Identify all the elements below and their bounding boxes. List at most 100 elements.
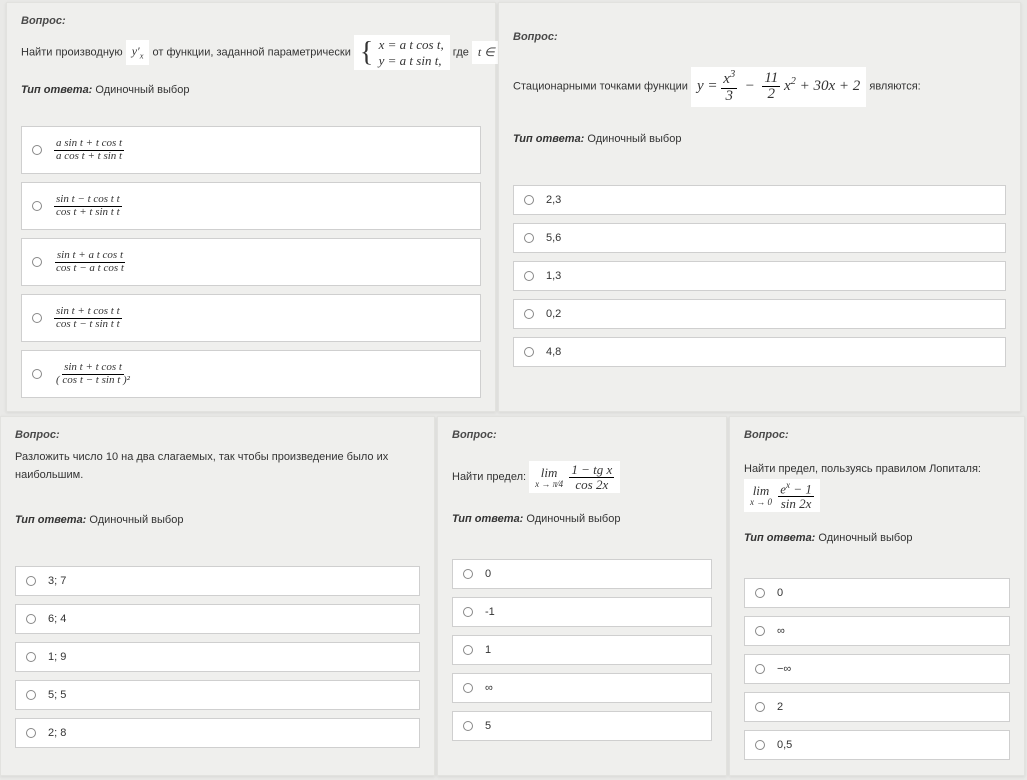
question-text: Разложить число 10 на два слагаемых, так… xyxy=(15,449,420,484)
option-label: 3; 7 xyxy=(48,575,66,587)
option-label: 1,3 xyxy=(546,270,561,282)
q3-options: 3; 7 6; 4 1; 9 5; 5 2; 8 xyxy=(15,566,420,748)
question-text: Найти предел: limx → π⁄4 1 − tg xcos 2x xyxy=(452,461,712,493)
question-text: Найти предел, пользуясь правилом Лопитал… xyxy=(744,461,1010,512)
q1-options: a sin t + t cos ta cos t + t sin t sin t… xyxy=(21,126,481,398)
q4-option[interactable]: 0 xyxy=(452,559,712,589)
option-label: −∞ xyxy=(777,663,791,675)
formula-fraction: sin t + t cos t( cos t − t sin t )² xyxy=(54,362,132,386)
q2-option[interactable]: 0,2 xyxy=(513,299,1006,329)
radio-icon xyxy=(755,664,765,674)
option-label: 0 xyxy=(777,587,783,599)
q1-param-eq: { x = a t cos t, y = a t sin t, xyxy=(354,35,450,70)
q1-deriv: y′x xyxy=(126,40,150,65)
option-label: 6; 4 xyxy=(48,613,66,625)
answer-type: Тип ответа: Одиночный выбор xyxy=(21,84,481,96)
q1-option[interactable]: sin t + t cos t( cos t − t sin t )² xyxy=(21,350,481,398)
q5-option[interactable]: −∞ xyxy=(744,654,1010,684)
q1-pre: Найти производную xyxy=(21,47,123,59)
radio-icon xyxy=(26,652,36,662)
radio-icon xyxy=(755,702,765,712)
q4-formula: limx → π⁄4 1 − tg xcos 2x xyxy=(529,461,620,493)
q4-pre: Найти предел: xyxy=(452,471,526,483)
radio-icon xyxy=(26,576,36,586)
radio-icon xyxy=(524,309,534,319)
radio-icon xyxy=(463,607,473,617)
q5-option[interactable]: ∞ xyxy=(744,616,1010,646)
radio-icon xyxy=(463,683,473,693)
question-panel-1: Вопрос: Найти производную y′x от функции… xyxy=(6,2,496,412)
radio-icon xyxy=(524,195,534,205)
option-label: 0 xyxy=(485,568,491,580)
radio-icon xyxy=(755,740,765,750)
radio-icon xyxy=(755,626,765,636)
formula-fraction: sin t + a t cos tcos t − a t cos t xyxy=(54,250,126,274)
q1-option[interactable]: sin t + a t cos tcos t − a t cos t xyxy=(21,238,481,286)
radio-icon xyxy=(32,201,42,211)
question-label: Вопрос: xyxy=(744,429,1010,441)
question-panel-4: Вопрос: Найти предел: limx → π⁄4 1 − tg … xyxy=(437,416,727,776)
option-label: 0,2 xyxy=(546,308,561,320)
option-label: ∞ xyxy=(485,682,493,694)
q5-option[interactable]: 0 xyxy=(744,578,1010,608)
q5-formula: limx → 0 ex − 1 sin 2x xyxy=(744,479,820,513)
radio-icon xyxy=(26,690,36,700)
radio-icon xyxy=(32,145,42,155)
q4-option[interactable]: ∞ xyxy=(452,673,712,703)
q4-option[interactable]: -1 xyxy=(452,597,712,627)
q4-option[interactable]: 5 xyxy=(452,711,712,741)
question-panel-3: Вопрос: Разложить число 10 на два слагае… xyxy=(0,416,435,776)
option-label: 2 xyxy=(777,701,783,713)
question-label: Вопрос: xyxy=(15,429,420,441)
formula-fraction: sin t − t cos t tcos t + t sin t t xyxy=(54,194,122,218)
q5-options: 0 ∞ −∞ 2 0,5 xyxy=(744,578,1010,760)
answer-type: Тип ответа: Одиночный выбор xyxy=(744,532,1010,544)
radio-icon xyxy=(524,347,534,357)
question-label: Вопрос: xyxy=(452,429,712,441)
option-label: ∞ xyxy=(777,625,785,637)
q1-eq-top: x = a t cos t, xyxy=(379,37,444,53)
question-text: Найти производную y′x от функции, заданн… xyxy=(21,35,481,70)
q3-option[interactable]: 5; 5 xyxy=(15,680,420,710)
radio-icon xyxy=(32,369,42,379)
option-label: 5,6 xyxy=(546,232,561,244)
q2-options: 2,3 5,6 1,3 0,2 4,8 xyxy=(513,185,1006,367)
q3-option[interactable]: 1; 9 xyxy=(15,642,420,672)
q1-mid: от функции, заданной параметрически xyxy=(152,47,350,59)
q1-option[interactable]: sin t + t cos t tcos t − t sin t t xyxy=(21,294,481,342)
q4-options: 0 -1 1 ∞ 5 xyxy=(452,559,712,741)
question-label: Вопрос: xyxy=(21,15,481,27)
q4-option[interactable]: 1 xyxy=(452,635,712,665)
radio-icon xyxy=(524,233,534,243)
q5-option[interactable]: 0,5 xyxy=(744,730,1010,760)
q2-option[interactable]: 5,6 xyxy=(513,223,1006,253)
option-label: 0,5 xyxy=(777,739,792,751)
option-label: 1 xyxy=(485,644,491,656)
option-label: -1 xyxy=(485,606,495,618)
radio-icon xyxy=(32,257,42,267)
q3-option[interactable]: 2; 8 xyxy=(15,718,420,748)
answer-type: Тип ответа: Одиночный выбор xyxy=(513,133,1006,145)
question-panel-2: Вопрос: Стационарными точками функции y … xyxy=(498,2,1021,412)
q3-option[interactable]: 6; 4 xyxy=(15,604,420,634)
q5-option[interactable]: 2 xyxy=(744,692,1010,722)
formula-fraction: sin t + t cos t tcos t − t sin t t xyxy=(54,306,122,330)
option-label: 1; 9 xyxy=(48,651,66,663)
q3-option[interactable]: 3; 7 xyxy=(15,566,420,596)
option-label: 5 xyxy=(485,720,491,732)
q2-option[interactable]: 2,3 xyxy=(513,185,1006,215)
q1-option[interactable]: a sin t + t cos ta cos t + t sin t xyxy=(21,126,481,174)
question-label: Вопрос: xyxy=(513,31,1006,43)
q1-option[interactable]: sin t − t cos t tcos t + t sin t t xyxy=(21,182,481,230)
q5-pre: Найти предел, пользуясь правилом Лопитал… xyxy=(744,463,981,475)
option-label: 5; 5 xyxy=(48,689,66,701)
q2-option[interactable]: 1,3 xyxy=(513,261,1006,291)
q2-option[interactable]: 4,8 xyxy=(513,337,1006,367)
formula-fraction: a sin t + t cos ta cos t + t sin t xyxy=(54,138,124,162)
radio-icon xyxy=(26,614,36,624)
answer-type: Тип ответа: Одиночный выбор xyxy=(15,514,420,526)
question-panel-5: Вопрос: Найти предел, пользуясь правилом… xyxy=(729,416,1025,776)
q1-tail: где xyxy=(453,47,469,59)
radio-icon xyxy=(524,271,534,281)
radio-icon xyxy=(26,728,36,738)
